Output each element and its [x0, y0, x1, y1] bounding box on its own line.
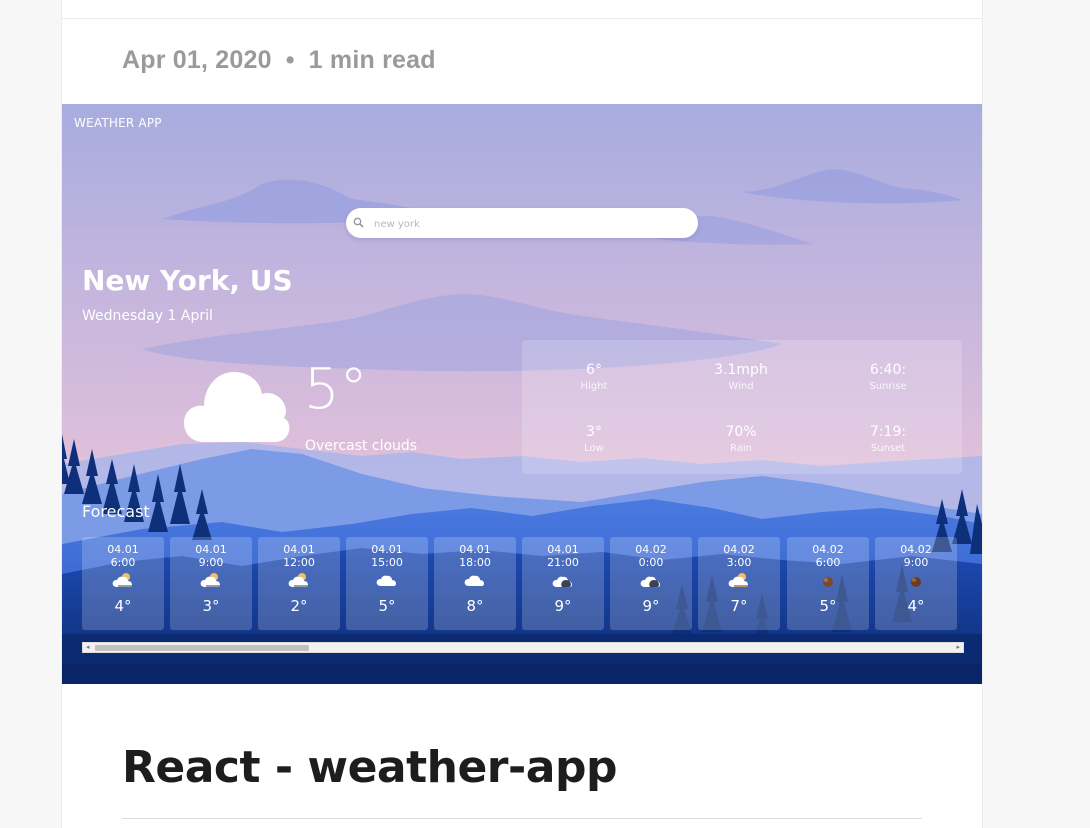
cloud-icon: [434, 571, 516, 591]
stat-value: 6°: [586, 362, 602, 378]
stat-value: 70%: [725, 424, 757, 440]
forecast-card: 04.01 6:00 4°: [82, 537, 164, 630]
stat-value: 7:19:: [869, 424, 907, 440]
forecast-time: 21:00: [547, 556, 579, 569]
forecast-temp: 4°: [114, 597, 132, 615]
scroll-right-icon[interactable]: ▸: [956, 644, 960, 652]
moon-cloud-icon: [522, 571, 604, 591]
forecast-date: 04.01: [195, 543, 227, 556]
sun-cloud-icon: [698, 571, 780, 591]
weather-description: Overcast clouds: [305, 438, 418, 454]
stat-label: Wind: [728, 381, 754, 392]
forecast-card: 04.02 0:00 9°: [610, 537, 692, 630]
forecast-temp: 5°: [819, 597, 837, 615]
forecast-card: 04.01 15:00 5°: [346, 537, 428, 630]
current-temperature: 5°: [304, 357, 368, 422]
stat-label: Rain: [730, 443, 752, 454]
stat-sunset: 7:19: Sunset: [828, 424, 948, 454]
forecast-temp: 5°: [378, 597, 396, 615]
post-title: React - weather-app: [122, 742, 617, 793]
forecast-card: 04.01 12:00 2°: [258, 537, 340, 630]
forecast-card: 04.01 9:00 3°: [170, 537, 252, 630]
search-bar[interactable]: [346, 208, 698, 238]
stat-label: Hight: [580, 381, 608, 392]
stat-label: Low: [584, 443, 604, 454]
forecast-title: Forecast: [82, 502, 150, 521]
stat-sunrise: 6:40: Sunrise: [828, 362, 948, 392]
forecast-card: 04.02 9:00 4°: [875, 537, 957, 630]
forecast-date: 04.02: [723, 543, 755, 556]
city-name: New York, US: [82, 264, 293, 297]
current-date: Wednesday 1 April: [82, 308, 213, 324]
forecast-temp: 7°: [730, 597, 748, 615]
forecast-date: 04.01: [547, 543, 579, 556]
forecast-date: 04.02: [900, 543, 932, 556]
meta-separator: •: [285, 46, 295, 74]
forecast-card: 04.01 18:00 8°: [434, 537, 516, 630]
stat-high: 6° Hight: [534, 362, 654, 392]
moon-cloud-icon: [610, 571, 692, 591]
forecast-time: 6:00: [110, 556, 136, 569]
stat-label: Sunset: [870, 443, 906, 454]
stat-value: 3.1mph: [714, 362, 768, 378]
forecast-temp: 9°: [642, 597, 660, 615]
scrollbar-thumb[interactable]: [95, 645, 309, 651]
stat-low: 3° Low: [534, 424, 654, 454]
cloud-icon: [346, 571, 428, 591]
stat-rain: 70% Rain: [681, 424, 801, 454]
cloud-icon: [184, 372, 290, 442]
forecast-temp: 9°: [554, 597, 572, 615]
forecast-time: 12:00: [283, 556, 315, 569]
stat-value: 3°: [586, 424, 602, 440]
forecast-date: 04.01: [107, 543, 139, 556]
forecast-time: 0:00: [638, 556, 664, 569]
sun-cloud-icon: [170, 571, 252, 591]
search-icon: [353, 217, 364, 228]
forecast-time: 9:00: [903, 556, 929, 569]
app-label: WEATHER APP: [74, 116, 162, 130]
weather-app-screenshot: WEATHER APP New York, US Wednesday 1 Apr…: [62, 104, 982, 684]
forecast-time: 15:00: [371, 556, 403, 569]
forecast-time: 18:00: [459, 556, 491, 569]
forecast-temp: 3°: [202, 597, 220, 615]
sun-cloud-icon: [82, 571, 164, 591]
scroll-left-icon[interactable]: ◂: [86, 644, 90, 652]
stat-label: Sunrise: [869, 381, 907, 392]
post-meta: Apr 01, 2020 • 1 min read: [122, 46, 436, 75]
post-date: Apr 01, 2020: [122, 46, 272, 74]
search-input[interactable]: [372, 213, 686, 235]
forecast-date: 04.01: [371, 543, 403, 556]
forecast-time: 3:00: [726, 556, 752, 569]
divider: [62, 18, 982, 19]
forecast-card: 04.02 3:00 7°: [698, 537, 780, 630]
post-card: Apr 01, 2020 • 1 min read WEATHER APP ne…: [61, 0, 983, 828]
forecast-card: 04.01 21:00 9°: [522, 537, 604, 630]
forecast-temp: 8°: [466, 597, 484, 615]
forecast-time: 9:00: [198, 556, 224, 569]
forecast-time: 6:00: [815, 556, 841, 569]
divider: [122, 818, 922, 819]
dark-cloud-icon: [787, 571, 869, 591]
forecast-date: 04.02: [635, 543, 667, 556]
forecast-temp: 4°: [907, 597, 925, 615]
forecast-temp: 2°: [290, 597, 308, 615]
forecast-scrollbar[interactable]: ◂ ▸: [82, 642, 964, 653]
forecast-date: 04.01: [283, 543, 315, 556]
sun-cloud-icon: [258, 571, 340, 591]
forecast-card: 04.02 6:00 5°: [787, 537, 869, 630]
stat-value: 6:40:: [869, 362, 907, 378]
stat-wind: 3.1mph Wind: [681, 362, 801, 392]
forecast-date: 04.02: [812, 543, 844, 556]
dark-cloud-icon: [875, 571, 957, 591]
stats-panel: 6° Hight 3.1mph Wind 6:40: Sunrise 3° Lo…: [522, 340, 962, 474]
forecast-date: 04.01: [459, 543, 491, 556]
read-time: 1 min read: [308, 46, 436, 74]
